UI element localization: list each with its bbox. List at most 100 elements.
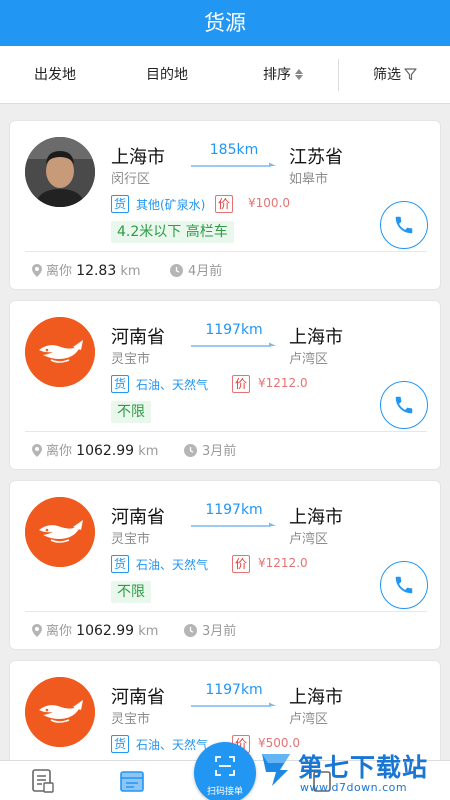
route-distance: 1197km xyxy=(205,682,263,698)
distance-from-you: 离你 1062.99 km xyxy=(32,440,158,459)
destination-district: 卢湾区 xyxy=(289,532,329,547)
distance-label: 离你 xyxy=(46,624,73,639)
distance-label: 离你 xyxy=(46,444,73,459)
watermark: 第七下载站 www.d7down.com xyxy=(252,748,450,800)
origin-city: 河南省 xyxy=(111,327,165,348)
phone-icon xyxy=(395,576,413,594)
distance-value: 12.83 xyxy=(76,263,117,279)
divider xyxy=(338,59,339,91)
avatar xyxy=(25,317,95,387)
scan-order-button[interactable]: 扫码接单 xyxy=(194,742,256,800)
phone-icon xyxy=(395,216,413,234)
distance-unit: km xyxy=(138,444,159,459)
route-distance: 1197km xyxy=(205,322,263,338)
cargo-list: 上海市 闵行区 185km 江苏省 如皋市 货 其他(矿泉水) 价 ¥100.0… xyxy=(0,104,450,760)
cargo-source-icon[interactable] xyxy=(120,769,144,793)
distance-from-you: 离你 12.83 km xyxy=(32,260,141,279)
call-button[interactable] xyxy=(380,201,428,249)
clock-icon xyxy=(184,624,197,637)
goods-tag: 货 xyxy=(111,195,129,213)
scan-order-label: 扫码接单 xyxy=(206,787,243,797)
cargo-card[interactable]: 河南省 灵宝市 1197km 上海市 卢湾区 货 石油、天然气 价 ¥1212.… xyxy=(9,300,441,470)
origin-district: 灵宝市 xyxy=(111,712,151,727)
avatar xyxy=(25,677,95,747)
goods-type: 石油、天然气 xyxy=(136,558,209,572)
goods-type: 其他(矿泉水) xyxy=(136,198,206,212)
distance-unit: km xyxy=(120,264,141,279)
price-tag: 价 xyxy=(232,375,250,393)
destination-city: 江苏省 xyxy=(289,147,343,168)
clock-icon xyxy=(170,264,183,277)
filter-bar: 出发地 目的地 排序 筛选 xyxy=(0,46,450,104)
destination-district: 如皋市 xyxy=(289,172,329,187)
divider xyxy=(25,611,427,612)
destination-city: 上海市 xyxy=(289,687,343,708)
destination-district: 卢湾区 xyxy=(289,712,329,727)
filter-origin[interactable]: 出发地 xyxy=(34,46,76,104)
filter-button[interactable]: 筛选 xyxy=(373,46,417,104)
sort-label: 排序 xyxy=(263,67,291,83)
origin-city: 河南省 xyxy=(111,507,165,528)
watermark-url: www.d7down.com xyxy=(300,781,408,794)
funnel-icon xyxy=(404,68,417,81)
filter-destination[interactable]: 目的地 xyxy=(146,46,188,104)
truck-requirement-badge: 不限 xyxy=(111,581,151,603)
order-list-icon[interactable] xyxy=(32,769,54,793)
route-arrow-icon xyxy=(191,342,276,347)
distance-value: 1062.99 xyxy=(76,623,135,639)
truck-requirement-badge: 4.2米以下 高栏车 xyxy=(111,221,234,243)
watermark-title: 第七下载站 xyxy=(298,753,429,782)
origin-district: 闵行区 xyxy=(111,172,151,187)
call-button[interactable] xyxy=(380,381,428,429)
price-value: ¥100.0 xyxy=(248,196,290,210)
distance-label: 离你 xyxy=(46,264,73,279)
time-label: 3月前 xyxy=(202,624,237,639)
origin-district: 灵宝市 xyxy=(111,352,151,367)
scan-icon xyxy=(215,756,235,776)
price-tag: 价 xyxy=(215,195,233,213)
call-button[interactable] xyxy=(380,561,428,609)
route-arrow-icon xyxy=(191,162,276,167)
cargo-card[interactable]: 上海市 闵行区 185km 江苏省 如皋市 货 其他(矿泉水) 价 ¥100.0… xyxy=(9,120,441,290)
time-label: 4月前 xyxy=(188,264,223,279)
location-pin-icon xyxy=(32,444,42,457)
goods-type: 石油、天然气 xyxy=(136,378,209,392)
clock-icon xyxy=(184,444,197,457)
destination-city: 上海市 xyxy=(289,327,343,348)
time-label: 3月前 xyxy=(202,444,237,459)
location-pin-icon xyxy=(32,624,42,637)
goods-tag: 货 xyxy=(111,735,129,753)
avatar xyxy=(25,137,95,207)
page-title: 货源 xyxy=(0,0,450,46)
cargo-card[interactable]: 河南省 灵宝市 1197km 上海市 卢湾区 货 石油、天然气 价 ¥1212.… xyxy=(9,480,441,650)
origin-district: 灵宝市 xyxy=(111,532,151,547)
route-arrow-icon xyxy=(191,522,276,527)
watermark-logo-icon xyxy=(262,754,290,786)
divider xyxy=(25,251,427,252)
phone-icon xyxy=(395,396,413,414)
route-distance: 185km xyxy=(209,142,259,158)
destination-district: 卢湾区 xyxy=(289,352,329,367)
destination-city: 上海市 xyxy=(289,507,343,528)
goods-tag: 货 xyxy=(111,375,129,393)
avatar xyxy=(25,497,95,567)
location-pin-icon xyxy=(32,264,42,277)
goods-type: 石油、天然气 xyxy=(136,738,209,752)
sort-arrows-icon xyxy=(294,69,304,81)
goods-tag: 货 xyxy=(111,555,129,573)
price-tag: 价 xyxy=(232,555,250,573)
divider xyxy=(25,431,427,432)
post-time: 4月前 xyxy=(170,260,222,279)
truck-requirement-badge: 不限 xyxy=(111,401,151,423)
filter-label: 筛选 xyxy=(373,67,401,83)
filter-sort[interactable]: 排序 xyxy=(263,46,304,104)
post-time: 3月前 xyxy=(184,620,236,639)
distance-unit: km xyxy=(138,624,159,639)
distance-from-you: 离你 1062.99 km xyxy=(32,620,158,639)
route-arrow-icon xyxy=(191,702,276,707)
origin-city: 上海市 xyxy=(111,147,165,168)
route-distance: 1197km xyxy=(205,502,263,518)
price-value: ¥1212.0 xyxy=(258,376,308,390)
post-time: 3月前 xyxy=(184,440,236,459)
distance-value: 1062.99 xyxy=(76,443,135,459)
